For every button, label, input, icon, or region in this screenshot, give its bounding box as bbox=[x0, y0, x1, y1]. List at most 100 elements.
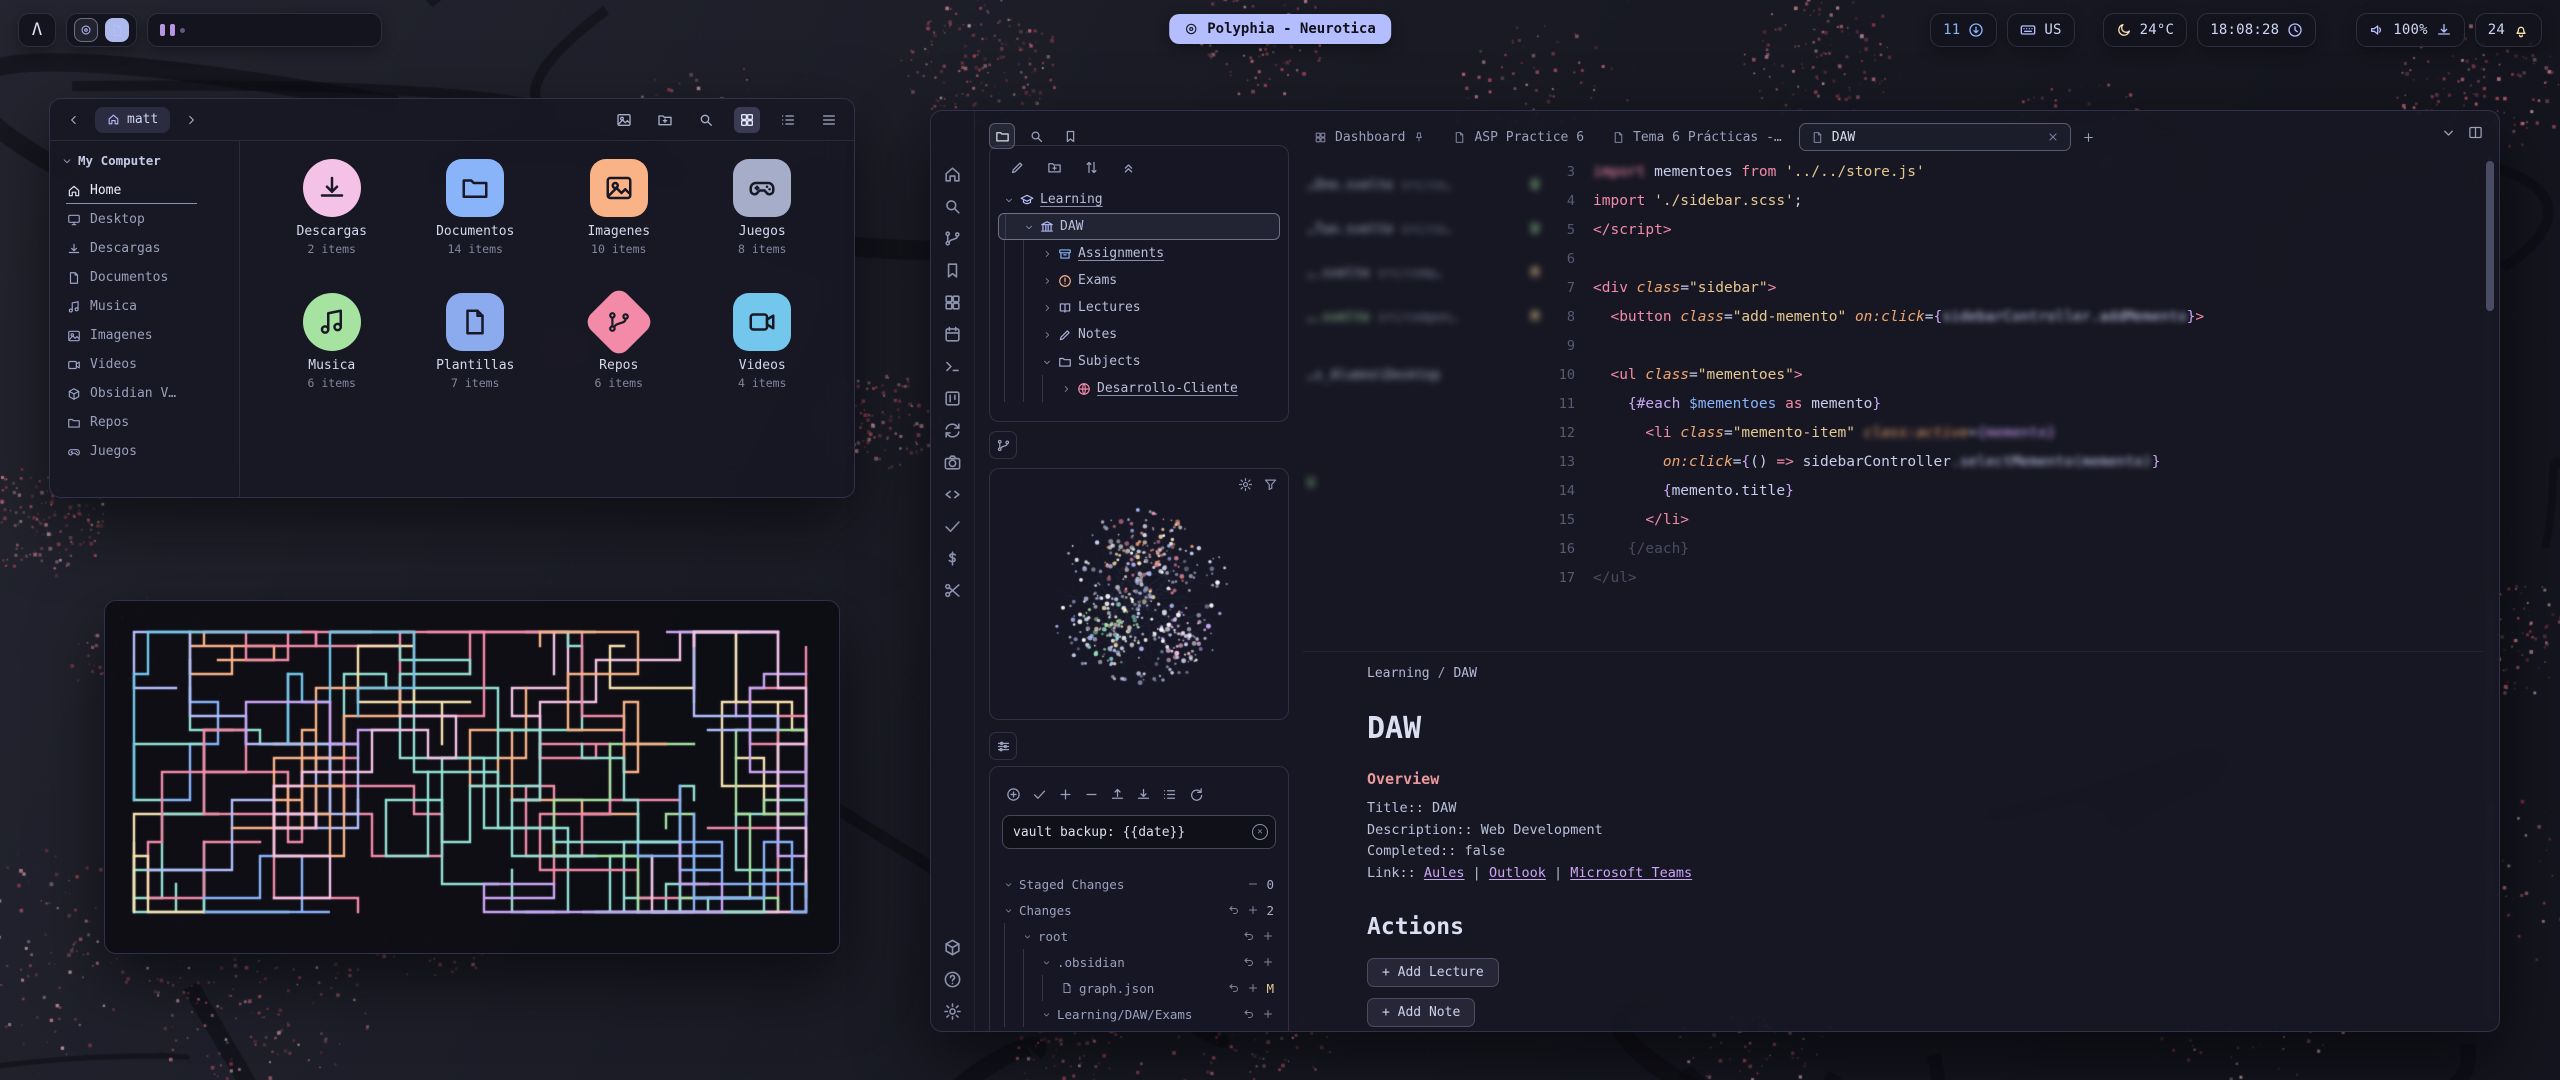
tree-item-lectures[interactable]: Lectures bbox=[998, 294, 1280, 321]
rail-branch-icon[interactable] bbox=[943, 229, 962, 248]
blurred-file-row[interactable]: …One.sveltesrc/co…U bbox=[1307, 163, 1539, 207]
tab-tema-6-pr-cticas[interactable]: Tema 6 Prácticas -… bbox=[1601, 123, 1793, 151]
git-row-undo-icon[interactable] bbox=[1243, 1008, 1255, 1020]
sidebar-item-obsidian-v[interactable]: Obsidian V… bbox=[58, 379, 231, 408]
tab-daw[interactable]: DAW bbox=[1799, 123, 2071, 151]
git-row-graph-json[interactable]: graph.jsonM bbox=[1000, 975, 1278, 1001]
git-row-undo-icon[interactable] bbox=[1243, 956, 1255, 968]
rail-grid-icon[interactable] bbox=[943, 293, 962, 312]
git-row-learning-daw-exams[interactable]: Learning/DAW/Exams bbox=[1000, 1001, 1278, 1027]
clock-module[interactable]: 18:08:28 bbox=[2197, 13, 2316, 47]
folder-descargas[interactable]: Descargas2 items bbox=[261, 159, 403, 281]
link-aules[interactable]: Aules bbox=[1424, 865, 1465, 881]
graph-filter-icon[interactable] bbox=[1263, 477, 1278, 492]
blurred-file-row[interactable]: …Two.sveltesrc/co…U bbox=[1307, 207, 1539, 251]
tree-pencil-icon[interactable] bbox=[1010, 160, 1025, 175]
updates-module[interactable]: 11 bbox=[1930, 13, 1997, 47]
blurred-file-row[interactable]: ….sveltesrc/comp…M bbox=[1307, 251, 1539, 295]
tab-asp-practice-6[interactable]: ASP Practice 6 bbox=[1442, 123, 1595, 151]
link-microsoft-teams[interactable]: Microsoft Teams bbox=[1570, 865, 1692, 881]
git-row-obsidian[interactable]: .obsidian bbox=[1000, 949, 1278, 975]
tree-sort-icon[interactable] bbox=[1084, 160, 1099, 175]
sidebar-item-documentos[interactable]: Documentos bbox=[58, 263, 231, 292]
scrollbar[interactable] bbox=[2486, 157, 2494, 1021]
chevron-down-icon[interactable] bbox=[2441, 125, 2456, 140]
list-view-button[interactable] bbox=[775, 107, 801, 133]
rail-help-icon[interactable] bbox=[943, 970, 962, 989]
tab-dashboard[interactable]: Dashboard bbox=[1303, 123, 1436, 151]
rail-box-icon[interactable] bbox=[943, 938, 962, 957]
rail-calendar-icon[interactable] bbox=[943, 325, 962, 344]
git-branch-button[interactable] bbox=[989, 431, 1017, 459]
tree-item-daw[interactable]: DAW bbox=[998, 213, 1280, 240]
graph-gear-icon[interactable] bbox=[1238, 477, 1253, 492]
scrollbar-thumb[interactable] bbox=[2486, 161, 2494, 311]
search-view-button[interactable] bbox=[693, 107, 719, 133]
panel-tab-bookmark[interactable] bbox=[1057, 123, 1083, 149]
note-pane[interactable]: Learning/DAW DAW Overview Title:: DAWDes… bbox=[1303, 651, 2483, 1031]
git-row-plus-icon[interactable] bbox=[1262, 1008, 1274, 1020]
rail-check-icon[interactable] bbox=[943, 517, 962, 536]
rail-camera-icon[interactable] bbox=[943, 453, 962, 472]
sidebar-item-repos[interactable]: Repos bbox=[58, 408, 231, 437]
tree-item-desarrollo-cliente[interactable]: Desarrollo-Cliente bbox=[998, 375, 1280, 402]
git-row-undo-icon[interactable] bbox=[1228, 904, 1240, 916]
folder-repos[interactable]: Repos6 items bbox=[548, 293, 690, 415]
folder-imagenes[interactable]: Imagenes10 items bbox=[548, 159, 690, 281]
graph-view-canvas[interactable] bbox=[990, 469, 1290, 721]
git-row-root[interactable]: root bbox=[1000, 923, 1278, 949]
panel-tab-search[interactable] bbox=[1023, 123, 1049, 149]
git-check-icon[interactable] bbox=[1032, 787, 1047, 802]
git-row-changes[interactable]: Changes2 bbox=[1000, 897, 1278, 923]
button-add-lecture[interactable]: + Add Lecture bbox=[1367, 958, 1499, 987]
rail-code-icon[interactable] bbox=[943, 485, 962, 504]
git-refresh-icon[interactable] bbox=[1188, 787, 1203, 802]
blurred-file-row[interactable]: …s_Alumno\Desktop bbox=[1307, 353, 1539, 397]
git-row-plus-icon[interactable] bbox=[1262, 956, 1274, 968]
git-row-staged-changes[interactable]: Staged Changes0 bbox=[1000, 871, 1278, 897]
folder-musica[interactable]: Musica6 items bbox=[261, 293, 403, 415]
rail-kanban-icon[interactable] bbox=[943, 389, 962, 408]
folder-juegos[interactable]: Juegos8 items bbox=[691, 159, 833, 281]
sidebar-item-descargas[interactable]: Descargas bbox=[58, 234, 231, 263]
git-row-plus-icon[interactable] bbox=[1247, 904, 1259, 916]
workspaces-module[interactable] bbox=[147, 13, 382, 47]
new-tab-button[interactable] bbox=[2077, 125, 2101, 149]
launcher-button[interactable] bbox=[74, 18, 98, 42]
forward-button[interactable] bbox=[179, 108, 203, 132]
breadcrumb[interactable]: matt bbox=[95, 107, 170, 133]
tree-item-assignments[interactable]: Assignments bbox=[998, 240, 1280, 267]
git-row-plus-icon[interactable] bbox=[1247, 982, 1259, 994]
git-list-icon[interactable] bbox=[1162, 787, 1177, 802]
git-download-icon[interactable] bbox=[1136, 787, 1151, 802]
blurred-file-row[interactable]: ….sveltesrc/compon…M bbox=[1307, 295, 1539, 339]
sidebar-item-imagenes[interactable]: Imagenes bbox=[58, 321, 231, 350]
clear-message-button[interactable]: ✕ bbox=[1252, 824, 1268, 840]
folderplus-view-button[interactable] bbox=[652, 107, 678, 133]
git-upload-icon[interactable] bbox=[1110, 787, 1125, 802]
rail-bookmark-icon[interactable] bbox=[943, 261, 962, 280]
media-player-module[interactable]: Polyphia - Neurotica bbox=[1169, 14, 1391, 44]
rail-scissors-icon[interactable] bbox=[943, 581, 962, 600]
sidebar-item-musica[interactable]: Musica bbox=[58, 292, 231, 321]
sidebar-item-desktop[interactable]: Desktop bbox=[58, 205, 231, 234]
keyboard-layout-module[interactable]: US bbox=[2007, 13, 2074, 47]
rail-home-icon[interactable] bbox=[943, 165, 962, 184]
close-tab-icon[interactable] bbox=[2047, 131, 2059, 143]
rail-terminal-icon[interactable] bbox=[943, 357, 962, 376]
tree-item-subjects[interactable]: Subjects bbox=[998, 348, 1280, 375]
git-row-undo-icon[interactable] bbox=[1243, 930, 1255, 942]
git-minus-icon[interactable] bbox=[1084, 787, 1099, 802]
image-view-button[interactable] bbox=[611, 107, 637, 133]
rail-dollar-icon[interactable] bbox=[943, 549, 962, 568]
code-editor[interactable]: …One.sveltesrc/co…U…Two.sveltesrc/co…U….… bbox=[1303, 157, 2483, 651]
git-plus-icon[interactable] bbox=[1058, 787, 1073, 802]
rail-sync-icon[interactable] bbox=[943, 421, 962, 440]
tree-folderplus-icon[interactable] bbox=[1047, 160, 1062, 175]
breadcrumb-learning[interactable]: Learning bbox=[1367, 666, 1430, 681]
folder-videos[interactable]: Videos4 items bbox=[691, 293, 833, 415]
sidebar-item-videos[interactable]: Videos bbox=[58, 350, 231, 379]
folder-documentos[interactable]: Documentos14 items bbox=[404, 159, 546, 281]
rail-gear-icon[interactable] bbox=[943, 1002, 962, 1021]
split-layout-icon[interactable] bbox=[2468, 125, 2483, 140]
